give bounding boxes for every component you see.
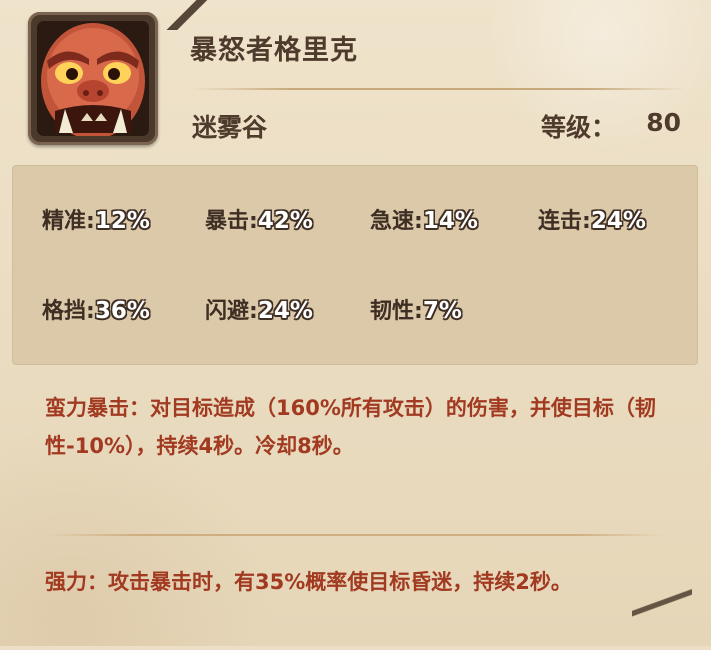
stat-label: 格挡: xyxy=(42,299,95,324)
hero-location: 迷雾谷 xyxy=(192,113,268,142)
stat-crit: 暴击:42% xyxy=(205,203,313,235)
stat-toughness: 韧性:7% xyxy=(370,293,462,325)
stat-label: 暴击: xyxy=(205,209,258,234)
red-ogre-portrait-icon xyxy=(37,21,149,136)
hero-avatar[interactable] xyxy=(28,12,158,145)
stat-value: 24% xyxy=(590,208,646,234)
stat-value: 7% xyxy=(422,298,462,324)
stat-label: 韧性: xyxy=(370,299,423,324)
stat-value: 36% xyxy=(94,298,150,324)
torn-edge-decoration xyxy=(160,0,220,30)
stat-label: 精准: xyxy=(42,209,95,234)
skill-divider xyxy=(45,534,665,536)
stat-label: 闪避: xyxy=(205,299,258,324)
stat-accuracy: 精准:12% xyxy=(42,203,150,235)
level-value: 80 xyxy=(646,108,681,137)
header-divider xyxy=(192,88,686,90)
stat-label: 急速: xyxy=(370,209,423,234)
stat-value: 24% xyxy=(257,298,313,324)
stat-combo: 连击:24% xyxy=(538,203,646,235)
stats-panel: 精准:12% 暴击:42% 急速:14% 连击:24% 格挡:36% 闪避:24… xyxy=(12,165,698,365)
stat-label: 连击: xyxy=(538,209,591,234)
skill-description-brute-crit: 蛮力暴击：对目标造成（160%所有攻击）的伤害，并使目标（韧性-10%），持续4… xyxy=(45,396,656,458)
level-label: 等级： xyxy=(540,113,616,142)
stat-value: 14% xyxy=(422,208,478,234)
hero-name: 暴怒者格里克 xyxy=(190,35,358,66)
stat-dodge: 闪避:24% xyxy=(205,293,313,325)
stat-value: 12% xyxy=(94,208,150,234)
skill-description-power: 强力：攻击暴击时，有35%概率使目标昏迷，持续2秒。 xyxy=(45,570,572,594)
stat-value: 42% xyxy=(257,208,313,234)
stat-block: 格挡:36% xyxy=(42,293,150,325)
stat-haste: 急速:14% xyxy=(370,203,478,235)
